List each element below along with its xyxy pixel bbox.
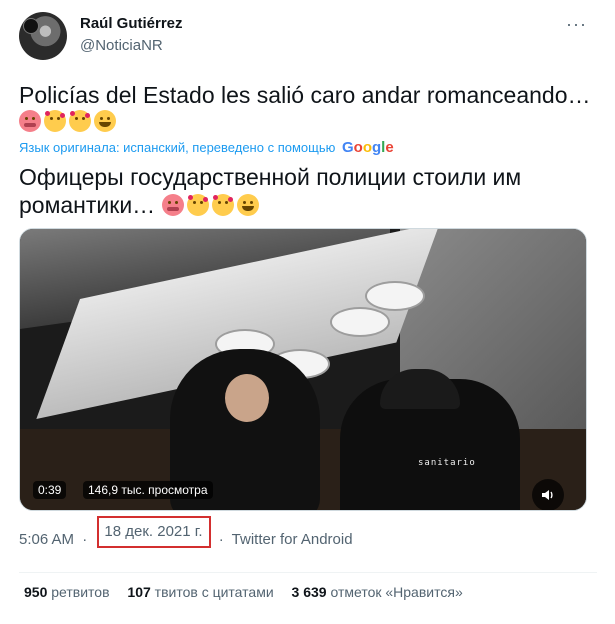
- divider: [19, 572, 597, 573]
- tweet-meta: 5:06 AM · 18 дек. 2021 г. · Twitter for …: [19, 516, 353, 555]
- hot-face-emoji-icon: [19, 110, 41, 132]
- translated-text: Офицеры государственной полиции стоили и…: [19, 164, 522, 218]
- tweet-source[interactable]: Twitter for Android: [232, 531, 353, 548]
- likes-stat[interactable]: 3 639 отметок «Нравится»: [292, 584, 463, 600]
- quotes-count: 107: [127, 584, 151, 600]
- google-logo: Google: [341, 139, 394, 156]
- tears-of-joy-emoji-icon: [236, 194, 259, 216]
- author-name[interactable]: Raúl Gutiérrez: [80, 15, 183, 32]
- quotes-stat[interactable]: 107 твитов с цитатами: [127, 584, 273, 600]
- likes-count: 3 639: [291, 584, 327, 600]
- smiling-hearts-emoji-icon: [44, 110, 66, 132]
- video-sink: [365, 281, 425, 311]
- smiling-hearts-emoji-icon: [186, 194, 209, 216]
- translation-note-text: Язык оригинала: испанский, переведено с …: [19, 140, 336, 155]
- tweet-stats: 950 ретвитов 107 твитов с цитатами 3 639…: [24, 584, 477, 600]
- author-handle[interactable]: @NoticiaNR: [80, 37, 163, 54]
- video-player[interactable]: sanitario 0:39 146,9 тыс. просмотра: [19, 228, 587, 511]
- sound-button[interactable]: [532, 479, 564, 510]
- hot-face-emoji-icon: [161, 194, 184, 216]
- smiling-hearts-emoji-icon: [211, 194, 234, 216]
- tweet-date[interactable]: 18 дек. 2021 г.: [97, 516, 211, 548]
- retweets-count: 950: [24, 584, 48, 600]
- logo-icon: [23, 18, 39, 34]
- video-duration: 0:39: [33, 481, 67, 499]
- more-options-icon[interactable]: ···: [566, 14, 587, 35]
- smiling-hearts-emoji-icon: [69, 110, 91, 132]
- retweets-stat[interactable]: 950 ретвитов: [24, 584, 110, 600]
- speaker-icon: [542, 490, 553, 500]
- tweet-time[interactable]: 5:06 AM: [19, 531, 74, 548]
- video-face: [225, 374, 269, 422]
- video-sink: [330, 307, 390, 337]
- retweets-label: ретвитов: [51, 584, 110, 600]
- avatar[interactable]: [19, 12, 67, 60]
- tweet-translated-text: Офицеры государственной полиции стоили и…: [19, 163, 599, 219]
- translation-note[interactable]: Язык оригинала: испанский, переведено с …: [19, 139, 394, 156]
- original-text: Policías del Estado les salió caro andar…: [19, 82, 591, 108]
- quotes-label: твитов с цитатами: [154, 584, 274, 600]
- likes-label: отметок «Нравится»: [330, 584, 463, 600]
- tweet-date-text: 18 дек. 2021 г.: [104, 523, 203, 540]
- meta-separator: ·: [82, 531, 88, 548]
- video-overlay-text: sanitario: [418, 458, 476, 468]
- video-views: 146,9 тыс. просмотра: [83, 481, 213, 499]
- tears-of-joy-emoji-icon: [94, 110, 116, 132]
- meta-separator: ·: [218, 531, 224, 548]
- tweet-original-text: Policías del Estado les salió caro andar…: [19, 82, 599, 134]
